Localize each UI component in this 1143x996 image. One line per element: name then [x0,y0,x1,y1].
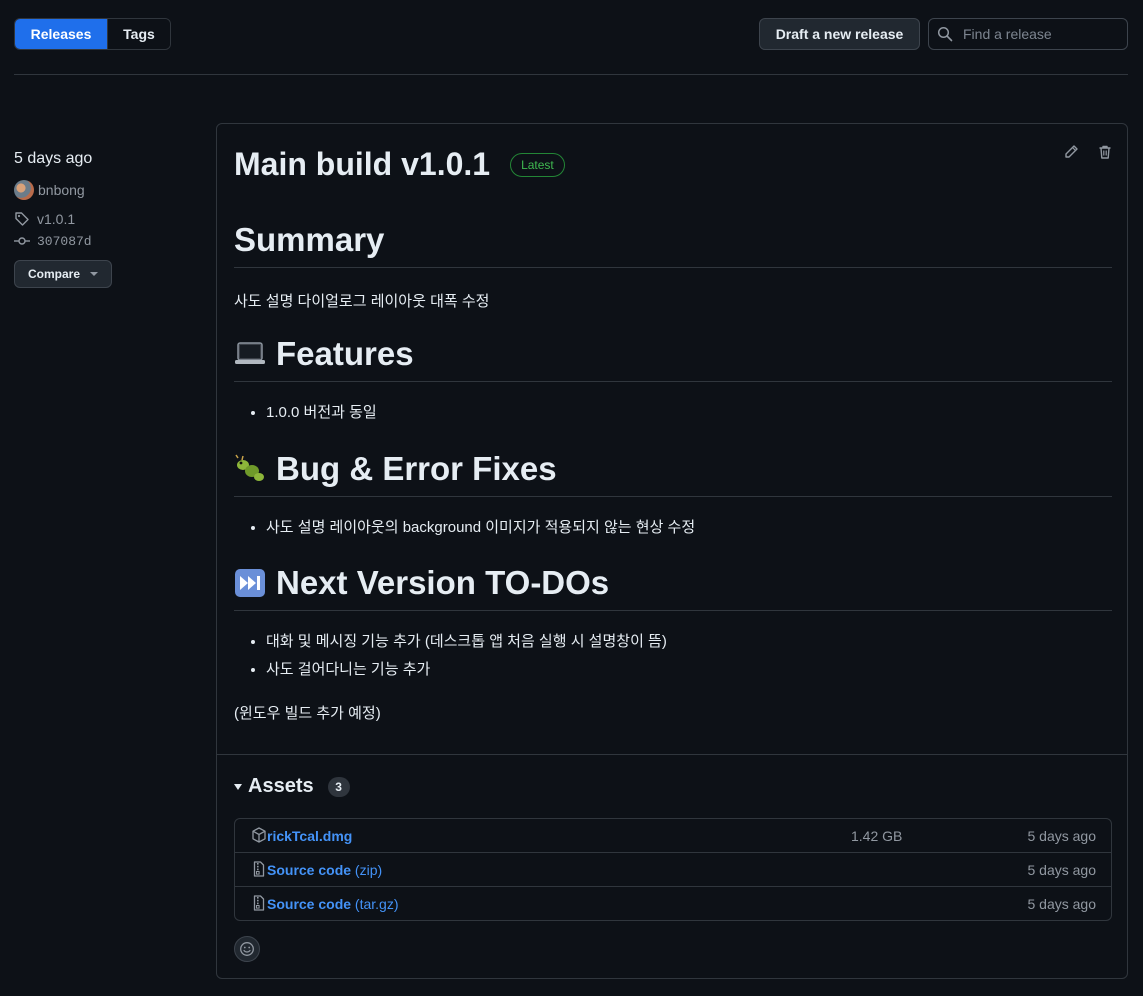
asset-name[interactable]: Source code [267,862,351,878]
pencil-icon[interactable] [1063,144,1079,160]
features-list: 1.0.0 버전과 동일 [234,399,377,427]
features-heading-row: Features [234,335,1112,382]
bug-icon [234,454,266,484]
todo-list: 대화 및 메시징 기능 추가 (데스크톱 앱 처음 실행 시 설명창이 뜸) 사… [234,628,667,684]
compare-label: Compare [27,267,80,281]
asset-link[interactable]: Source code (zip) [267,862,382,878]
commit-row[interactable]: 307087d [14,232,204,250]
release-date: 5 days ago [14,150,93,167]
bugs-list: 사도 설명 레이아웃의 background 이미지가 적용되지 않는 현상 수… [234,514,695,542]
compare-button[interactable]: Compare [14,260,112,288]
list-item: 1.0.0 버전과 동일 [266,399,377,427]
tag-row[interactable]: v1.0.1 [14,210,204,228]
asset-date: 5 days ago [1027,827,1097,844]
summary-text: 사도 설명 다이얼로그 레이아웃 대폭 수정 [234,293,490,310]
assets-count-badge: 3 [327,776,350,797]
todo-heading-row: Next Version TO-DOs [234,564,1112,611]
release-title-row: Main build v1.0.1 Latest [234,146,565,183]
asset-date: 5 days ago [1027,861,1097,878]
bugs-heading: Bug & Error Fixes [276,450,557,487]
search-icon [937,26,953,42]
author-row[interactable]: bnbong [14,180,204,200]
find-release-search[interactable] [928,18,1128,50]
file-zip-icon [253,861,265,877]
asset-row: rickTcal.dmg 1.42 GB 5 days ago [235,819,1111,852]
release-meta: 5 days ago bnbong v1.0.1 307087d Compare [14,150,204,288]
summary-heading: Summary [234,221,1112,268]
releases-tab[interactable]: Releases [15,19,107,49]
assets-table: rickTcal.dmg 1.42 GB 5 days ago Source c… [234,818,1112,921]
asset-name[interactable]: rickTcal.dmg [267,828,352,844]
triangle-down-icon [234,783,242,790]
asset-ext[interactable]: (tar.gz) [355,896,399,912]
search-input[interactable] [961,25,1115,43]
commit-icon [14,237,30,245]
commit-sha[interactable]: 307087d [37,234,92,249]
draft-new-release-button[interactable]: Draft a new release [759,18,920,50]
avatar[interactable] [14,180,34,200]
asset-link[interactable]: rickTcal.dmg [267,828,352,844]
release-actions [1063,144,1113,160]
laptop-icon [234,339,266,369]
author-name[interactable]: bnbong [38,182,85,198]
tags-tab[interactable]: Tags [107,19,170,49]
footer-note: (윈도우 빌드 추가 예정) [234,705,381,722]
release-title[interactable]: Main build v1.0.1 [234,146,490,183]
list-item: 사도 걸어다니는 기능 추가 [266,656,667,684]
latest-badge: Latest [510,152,565,177]
trash-icon[interactable] [1097,144,1113,160]
todo-heading: Next Version TO-DOs [276,564,610,601]
smiley-icon [240,942,254,956]
asset-row: Source code (zip) 5 days ago [235,852,1111,886]
package-icon [252,827,266,843]
bugs-heading-row: Bug & Error Fixes [234,450,1112,497]
asset-link[interactable]: Source code (tar.gz) [267,896,399,912]
add-reaction-button[interactable] [234,936,260,962]
tag-name[interactable]: v1.0.1 [37,211,75,227]
list-item: 사도 설명 레이아웃의 background 이미지가 적용되지 않는 현상 수… [266,514,695,542]
asset-name[interactable]: Source code [267,896,351,912]
release-card: Main build v1.0.1 Latest Summary 사도 설명 다… [216,123,1128,979]
asset-row: Source code (tar.gz) 5 days ago [235,886,1111,920]
releases-tags-switch: Releases Tags [14,18,171,50]
fast-forward-icon [234,568,266,598]
tag-icon [15,212,29,226]
assets-divider [217,754,1127,755]
assets-title: Assets [248,775,314,797]
asset-size: 1.42 GB [851,827,903,844]
list-item: 대화 및 메시징 기능 추가 (데스크톱 앱 처음 실행 시 설명창이 뜸) [266,628,667,656]
chevron-down-icon [90,272,98,276]
asset-ext[interactable]: (zip) [355,862,382,878]
file-zip-icon [253,895,265,911]
features-heading: Features [276,335,414,372]
releases-toolbar: Releases Tags Draft a new release [14,18,1128,50]
toolbar-divider [14,74,1128,75]
assets-toggle[interactable]: Assets 3 [234,775,350,798]
asset-date: 5 days ago [1027,895,1097,912]
